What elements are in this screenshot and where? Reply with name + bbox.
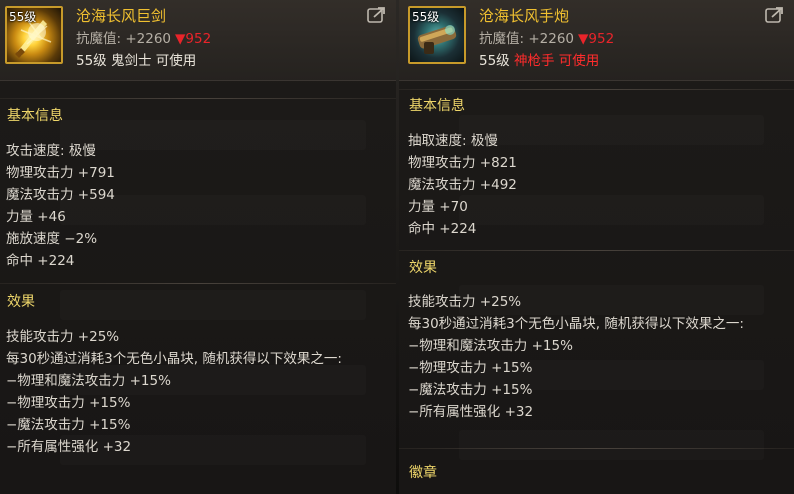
item-name: 沧海长风巨剑	[76, 7, 167, 25]
effect-line: 每30秒通过消耗3个无色小晶块, 随机获得以下效果之一:	[408, 316, 744, 332]
stat-hit-rate: 命中 +224	[6, 253, 75, 269]
effect-title: 效果	[409, 260, 437, 276]
effect-line: −所有属性强化 +32	[408, 404, 534, 420]
required-level: 55级	[479, 53, 510, 69]
background-row	[459, 195, 764, 225]
item-level-tag: 55级	[412, 10, 440, 24]
item-name: 沧海长风手炮	[479, 7, 570, 25]
divider	[0, 98, 396, 99]
divider	[0, 283, 396, 284]
background-row	[459, 430, 764, 460]
effect-line: 技能攻击力 +25%	[408, 294, 522, 310]
item-header: 55级 沧海长风巨剑 抗魔值: +2260 ▼952 55级 鬼剑士 可使用	[0, 0, 396, 81]
resist-value: 抗魔值: +2260 ▼952	[479, 30, 614, 48]
effect-line: 每30秒通过消耗3个无色小晶块, 随机获得以下效果之一:	[6, 351, 342, 367]
item-header: 55级 沧海长风手炮 抗魔值: +2260 ▼952 55级 神枪手 可使用	[399, 0, 794, 81]
basic-info-title: 基本信息	[7, 108, 63, 124]
stat-physical-attack: 物理攻击力 +821	[408, 155, 517, 171]
background-row	[60, 290, 366, 320]
background-row	[459, 115, 764, 145]
stat-draw-speed: 抽取速度: 极慢	[408, 133, 498, 149]
resist-value: 抗魔值: +2260 ▼952	[76, 30, 211, 48]
stat-attack-speed: 攻击速度: 极慢	[6, 143, 96, 159]
divider	[399, 89, 794, 90]
handcannon-item-icon[interactable]: 55级	[408, 6, 466, 64]
resist-label: 抗魔值: +2260	[76, 31, 172, 47]
stat-strength: 力量 +46	[6, 209, 66, 225]
required-class: 鬼剑士	[110, 53, 152, 69]
share-icon[interactable]	[367, 6, 387, 24]
item-tooltip-right: 55级 沧海长风手炮 抗魔值: +2260 ▼952 55级 神枪手 可使用 基本…	[399, 0, 794, 494]
requirement-line: 55级 鬼剑士 可使用	[76, 52, 196, 70]
stat-physical-attack: 物理攻击力 +791	[6, 165, 115, 181]
required-class: 神枪手	[513, 53, 555, 69]
resist-down-value: ▼952	[578, 31, 615, 47]
divider	[399, 250, 794, 251]
item-tooltip-left: 55级 沧海长风巨剑 抗魔值: +2260 ▼952 55级 鬼剑士 可使用 基本…	[0, 0, 396, 494]
effect-line: −物理和魔法攻击力 +15%	[6, 373, 171, 389]
stat-magic-attack: 魔法攻击力 +492	[408, 177, 517, 193]
required-level: 55级	[76, 53, 107, 69]
usable-status: 可使用	[155, 53, 197, 69]
stat-strength: 力量 +70	[408, 199, 468, 215]
effect-line: −所有属性强化 +32	[6, 439, 132, 455]
greatsword-item-icon[interactable]: 55级	[5, 6, 63, 64]
stat-magic-attack: 魔法攻击力 +594	[6, 187, 115, 203]
requirement-line: 55级 神枪手 可使用	[479, 52, 599, 70]
item-level-tag: 55级	[9, 10, 37, 24]
resist-down-value: ▼952	[175, 31, 212, 47]
basic-info-title: 基本信息	[409, 98, 465, 114]
usable-status: 可使用	[558, 53, 600, 69]
stat-hit-rate: 命中 +224	[408, 221, 477, 237]
effect-line: −魔法攻击力 +15%	[6, 417, 131, 433]
share-icon[interactable]	[765, 6, 785, 24]
effect-line: −物理和魔法攻击力 +15%	[408, 338, 573, 354]
badge-title: 徽章	[409, 465, 437, 481]
background-row	[60, 120, 366, 150]
divider	[399, 448, 794, 449]
effect-line: −魔法攻击力 +15%	[408, 382, 533, 398]
effect-line: 技能攻击力 +25%	[6, 329, 120, 345]
effect-line: −物理攻击力 +15%	[408, 360, 533, 376]
effect-line: −物理攻击力 +15%	[6, 395, 131, 411]
resist-label: 抗魔值: +2260	[479, 31, 575, 47]
stat-cast-speed: 施放速度 −2%	[6, 231, 98, 247]
effect-title: 效果	[7, 294, 35, 310]
